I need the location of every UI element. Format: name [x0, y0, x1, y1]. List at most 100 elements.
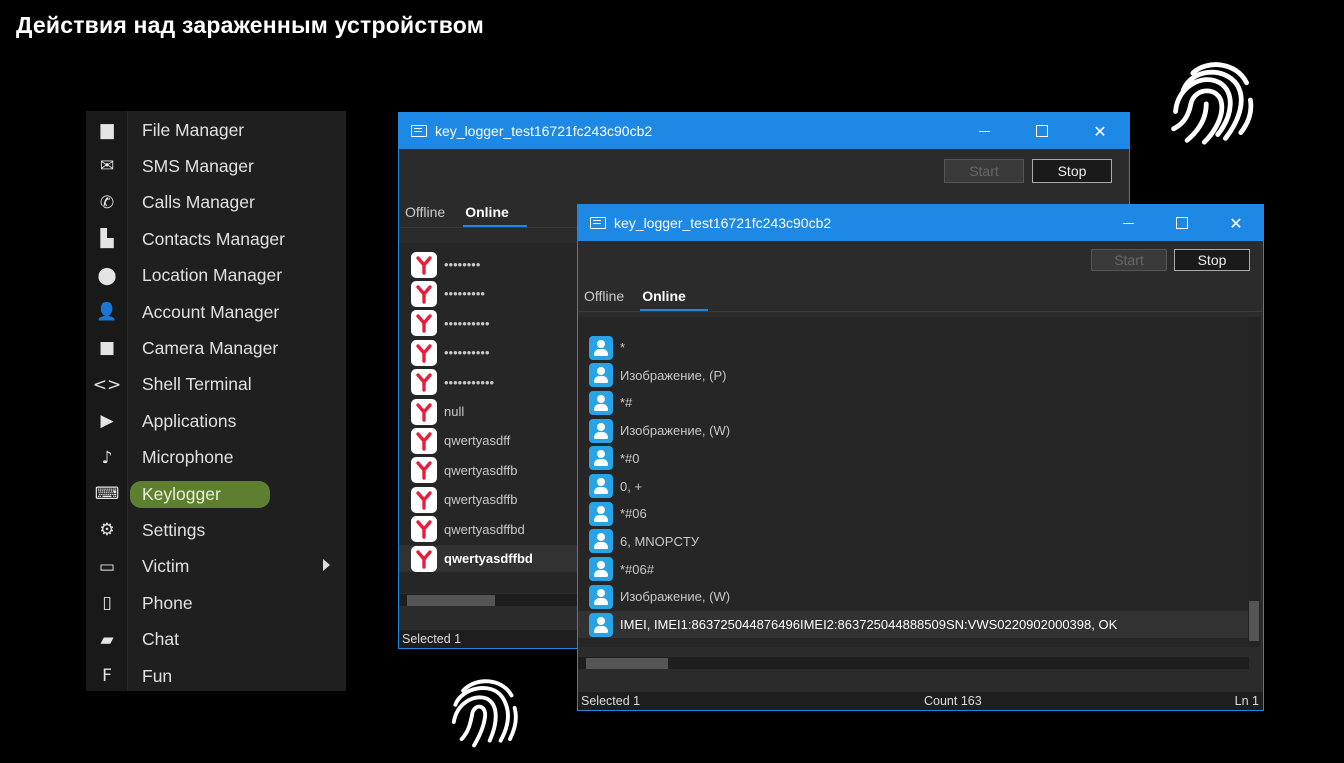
- close-icon[interactable]: ✕: [1209, 205, 1263, 241]
- list-item[interactable]: 6, MNOPCTУ: [578, 528, 1249, 555]
- list-item[interactable]: Изображение, (W): [578, 583, 1249, 610]
- folder-icon: ▆: [100, 120, 114, 140]
- menu-item-label: Settings: [142, 519, 206, 540]
- phone-handset-icon: ✆: [99, 192, 115, 213]
- menu-item-sms-manager[interactable]: ✉ SMS Manager: [86, 148, 346, 184]
- yandex-browser-icon: [411, 369, 437, 396]
- list-item-label: •••••••••••: [444, 374, 495, 390]
- tab-online[interactable]: Online: [463, 201, 527, 227]
- menu-item-label: Keylogger: [130, 480, 270, 508]
- list-item-label: Изображение, (W): [620, 589, 731, 605]
- list-item-label: qwertyasdffb: [444, 462, 518, 478]
- horizontal-scrollbar[interactable]: [578, 657, 1249, 669]
- list-item-label: 6, MNOPCTУ: [620, 533, 700, 549]
- smartphone-icon: ▯: [102, 593, 112, 614]
- menu-item-applications[interactable]: ▶ Applications: [86, 403, 346, 439]
- yandex-browser-icon: [411, 339, 437, 366]
- start-button[interactable]: Start: [944, 159, 1024, 183]
- list-item[interactable]: 0, +: [578, 473, 1249, 500]
- menu-item-calls-manager[interactable]: ✆ Calls Manager: [86, 185, 346, 221]
- vertical-scrollbar[interactable]: [1248, 317, 1260, 647]
- list-item-label: ••••••••••: [444, 345, 490, 361]
- tab-online[interactable]: Online: [640, 285, 708, 311]
- status-selected: Selected 1: [581, 694, 641, 708]
- status-line: Ln 1: [1234, 694, 1259, 708]
- chat-bubble-icon: ▰: [100, 629, 114, 650]
- location-pin-icon: ⬤: [97, 265, 117, 286]
- scrollbar-thumb[interactable]: [586, 658, 668, 669]
- menu-item-label: Victim: [142, 556, 190, 577]
- menu-item-label: Account Manager: [142, 301, 280, 322]
- yandex-browser-icon: [411, 280, 437, 307]
- contact-user-icon: [589, 557, 613, 582]
- minimize-icon[interactable]: [955, 113, 1013, 149]
- menu-item-victim[interactable]: ▭ Victim: [86, 549, 346, 585]
- menu-item-label: Fun: [142, 665, 173, 686]
- title-bar[interactable]: key_logger_test16721fc243c90cb2 ✕: [399, 113, 1129, 149]
- scrollbar-thumb[interactable]: [1249, 601, 1259, 641]
- menu-item-location-manager[interactable]: ⬤ Location Manager: [86, 258, 346, 294]
- menu-item-account-manager[interactable]: 👤 Account Manager: [86, 294, 346, 330]
- menu-item-chat[interactable]: ▰ Chat: [86, 622, 346, 658]
- menu-item-label: Applications: [142, 410, 237, 431]
- contact-user-icon: [589, 584, 613, 609]
- list-item[interactable]: *#0: [578, 445, 1249, 472]
- list-item[interactable]: *: [578, 334, 1249, 361]
- list-item-label: *#: [620, 395, 633, 411]
- list-item-label: qwertyasdffbd: [444, 551, 533, 566]
- yandex-browser-icon: [411, 486, 437, 513]
- keyboard-icon: ⌨: [94, 484, 120, 504]
- menu-item-label: Contacts Manager: [142, 228, 285, 249]
- keystroke-list[interactable]: * Изображение, (P) *# Изображение, (W) *#0 0,…: [578, 317, 1249, 647]
- play-store-icon: ▶: [100, 411, 114, 432]
- stop-button[interactable]: Stop: [1174, 249, 1250, 271]
- yandex-browser-icon: [411, 545, 437, 572]
- window-icon: [590, 217, 606, 229]
- envelope-icon: ✉: [99, 156, 115, 177]
- list-item-label: *: [620, 340, 626, 355]
- list-item-label: •••••••••: [444, 286, 485, 302]
- list-item-label: qwertyasdff: [444, 433, 511, 449]
- tab-offline[interactable]: Offline: [399, 201, 451, 227]
- maximize-icon[interactable]: [1155, 205, 1209, 241]
- stop-button[interactable]: Stop: [1032, 159, 1112, 183]
- yandex-browser-icon: [411, 427, 437, 454]
- start-button[interactable]: Start: [1091, 249, 1167, 271]
- minimize-icon[interactable]: [1101, 205, 1155, 241]
- menu-item-contacts-manager[interactable]: ▙ Contacts Manager: [86, 221, 346, 257]
- contact-user-icon: [589, 612, 613, 637]
- list-item-label: 0, +: [620, 478, 643, 494]
- menu-item-label: SMS Manager: [142, 155, 254, 176]
- contact-user-icon: [589, 418, 613, 443]
- maximize-icon[interactable]: [1013, 113, 1071, 149]
- submenu-arrow-icon: [323, 558, 330, 571]
- list-item[interactable]: *#06: [578, 500, 1249, 527]
- close-icon[interactable]: ✕: [1071, 113, 1129, 149]
- video-camera-icon: ■: [98, 338, 116, 359]
- title-bar[interactable]: key_logger_test16721fc243c90cb2 ✕: [578, 205, 1263, 241]
- list-item[interactable]: *#: [578, 389, 1249, 416]
- menu-item-camera-manager[interactable]: ■ Camera Manager: [86, 330, 346, 366]
- menu-item-phone[interactable]: ▯ Phone: [86, 585, 346, 621]
- menu-item-label: Camera Manager: [142, 337, 279, 358]
- list-item[interactable]: IMEI, IMEI1:863725044876496IMEI2:8637250…: [578, 611, 1249, 638]
- list-item-label: Изображение, (P): [620, 367, 727, 383]
- menu-item-shell-terminal[interactable]: <> Shell Terminal: [86, 367, 346, 403]
- menu-item-file-manager[interactable]: ▆ File Manager: [86, 112, 346, 148]
- menu-item-label: Calls Manager: [142, 192, 255, 213]
- list-item[interactable]: Изображение, (P): [578, 362, 1249, 389]
- list-item-label: *#06#: [620, 561, 654, 577]
- keylogger-window-front[interactable]: key_logger_test16721fc243c90cb2 ✕ Start …: [577, 204, 1264, 711]
- fun-icon: F: [102, 666, 112, 686]
- list-item-label: IMEI, IMEI1:863725044876496IMEI2:8637250…: [620, 617, 1118, 632]
- scrollbar-thumb[interactable]: [407, 595, 495, 606]
- list-item-label: null: [444, 404, 465, 419]
- menu-item-keylogger[interactable]: ⌨ Keylogger: [86, 476, 346, 512]
- list-item[interactable]: *#06#: [578, 556, 1249, 583]
- list-item[interactable]: Изображение, (W): [578, 417, 1249, 444]
- menu-item-microphone[interactable]: ♪ Microphone: [86, 440, 346, 476]
- tab-offline[interactable]: Offline: [578, 285, 630, 311]
- menu-item-fun[interactable]: F Fun: [86, 658, 346, 694]
- menu-item-settings[interactable]: ⚙ Settings: [86, 512, 346, 548]
- menu-item-label: File Manager: [142, 119, 245, 140]
